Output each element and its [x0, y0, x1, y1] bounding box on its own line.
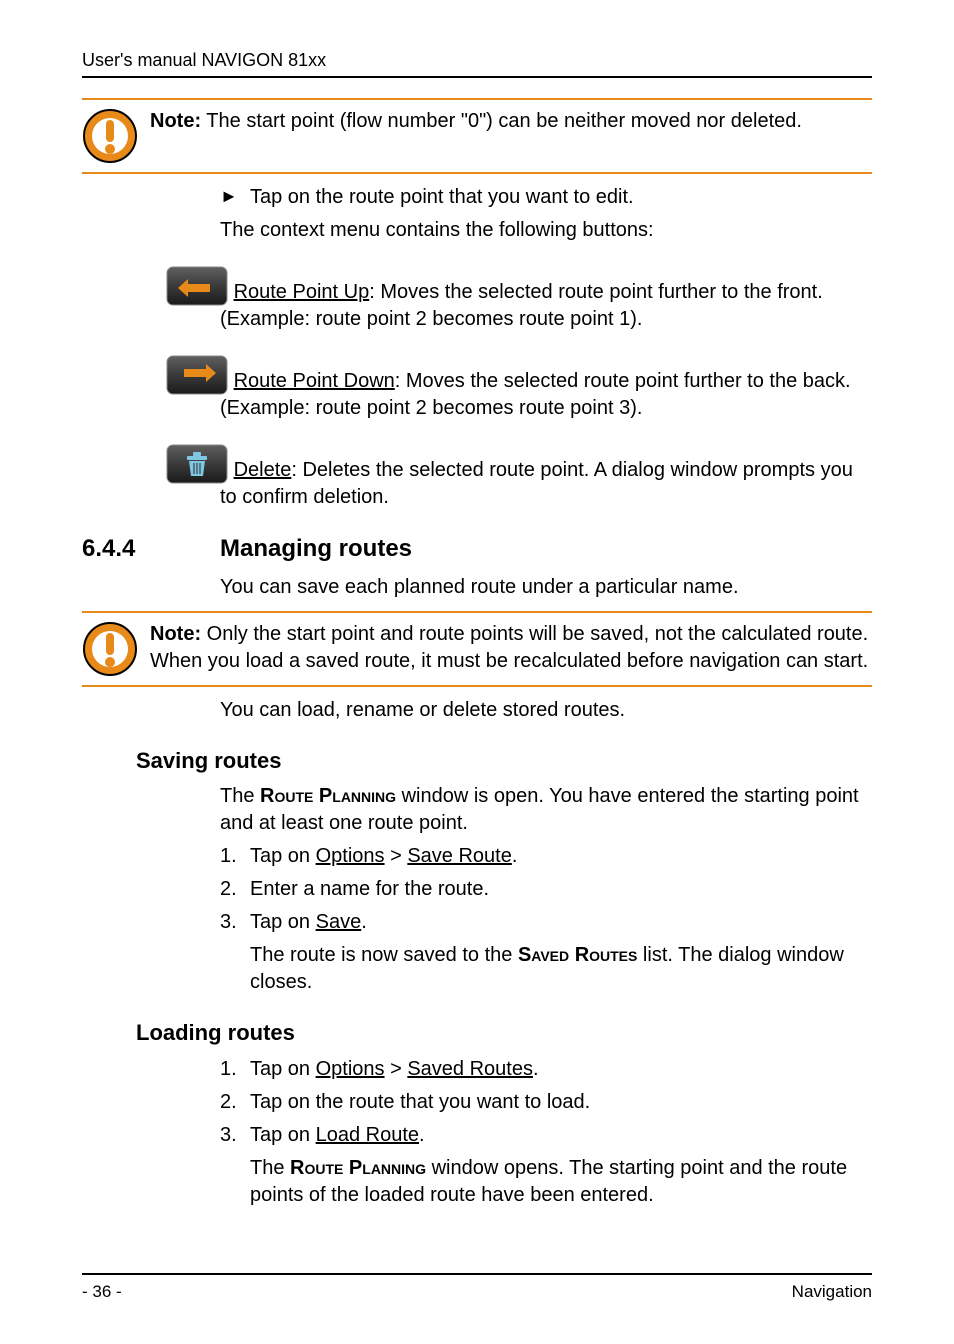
- route-point-up-block: Route Point Up: Moves the selected route…: [220, 266, 872, 333]
- page-number: - 36 -: [82, 1281, 122, 1304]
- trash-icon: [166, 444, 228, 484]
- note2-body: Only the start point and route points wi…: [150, 623, 868, 672]
- delete-block: Delete: Deletes the selected route point…: [220, 444, 872, 511]
- saving-intro-pre: The: [220, 785, 260, 807]
- note-block-2: Note: Only the start point and route poi…: [82, 613, 872, 685]
- route-point-down-text: Route Point Down: Moves the selected rou…: [220, 370, 851, 419]
- page: User's manual NAVIGON 81xx Note: The sta…: [0, 0, 954, 1344]
- header-rule: [82, 76, 872, 78]
- delete-desc: : Deletes the selected route point. A di…: [220, 459, 853, 508]
- context-line: The context menu contains the following …: [220, 217, 872, 244]
- step-number: 1.: [220, 1056, 250, 1083]
- route-point-up-icon: [166, 266, 228, 306]
- saving-intro: The Route Planning window is open. You h…: [220, 783, 872, 837]
- footer-rule: [82, 1273, 872, 1275]
- note2-rule-bottom: [82, 685, 872, 687]
- delete-text: Delete: Deletes the selected route point…: [220, 459, 853, 508]
- intro-block: ► Tap on the route point that you want t…: [220, 184, 872, 244]
- step-number: 3.: [220, 909, 250, 996]
- intro-bullet-text: Tap on the route point that you want to …: [250, 184, 634, 211]
- section-intro: You can save each planned route under a …: [220, 574, 872, 601]
- saving-heading: Saving routes: [136, 746, 872, 776]
- delete-label: Delete: [234, 459, 292, 481]
- note2-label: Note:: [150, 623, 201, 645]
- step-text: Tap on Save. The route is now saved to t…: [250, 909, 872, 996]
- route-point-up-label: Route Point Up: [234, 281, 370, 303]
- alert-icon: [82, 108, 138, 164]
- step-subtext: The route is now saved to the Saved Rout…: [250, 942, 872, 996]
- saving-steps: 1. Tap on Options > Save Route. 2. Enter…: [220, 843, 872, 996]
- step-subtext: The Route Planning window opens. The sta…: [250, 1155, 872, 1209]
- section-title: Managing routes: [220, 533, 412, 565]
- after-note2-text: You can load, rename or delete stored ro…: [220, 697, 872, 724]
- bullet-arrow-icon: ►: [220, 184, 250, 211]
- footer: - 36 - Navigation: [82, 1273, 872, 1304]
- route-point-down-block: Route Point Down: Moves the selected rou…: [220, 355, 872, 422]
- section-heading: 6.4.4 Managing routes: [82, 533, 872, 565]
- step-text: Tap on Load Route. The Route Planning wi…: [250, 1122, 872, 1209]
- saving-intro-sc: Route Planning: [260, 785, 396, 807]
- route-point-down-icon: [166, 355, 228, 395]
- list-item: 3. Tap on Save. The route is now saved t…: [220, 909, 872, 996]
- running-header: User's manual NAVIGON 81xx: [82, 48, 872, 72]
- loading-steps: 1. Tap on Options > Saved Routes. 2. Tap…: [220, 1056, 872, 1209]
- list-item: 1. Tap on Options > Saved Routes.: [220, 1056, 872, 1083]
- loading-heading: Loading routes: [136, 1018, 872, 1048]
- step-text: Tap on Options > Save Route.: [250, 843, 517, 870]
- list-item: 2. Tap on the route that you want to loa…: [220, 1089, 872, 1116]
- note-text-2: Note: Only the start point and route poi…: [150, 621, 872, 675]
- alert-icon: [82, 621, 138, 677]
- list-item: 1. Tap on Options > Save Route.: [220, 843, 872, 870]
- route-point-up-text: Route Point Up: Moves the selected route…: [220, 281, 823, 330]
- list-item: 3. Tap on Load Route. The Route Planning…: [220, 1122, 872, 1209]
- route-point-down-label: Route Point Down: [234, 370, 395, 392]
- note-text-1: Note: The start point (flow number "0") …: [150, 108, 872, 135]
- step-number: 2.: [220, 876, 250, 903]
- step-number: 2.: [220, 1089, 250, 1116]
- section-number: 6.4.4: [82, 533, 220, 565]
- step-number: 3.: [220, 1122, 250, 1209]
- step-text: Tap on Options > Saved Routes.: [250, 1056, 539, 1083]
- footer-section: Navigation: [792, 1281, 872, 1304]
- note-rule-bottom: [82, 172, 872, 174]
- step-text: Enter a name for the route.: [250, 876, 489, 903]
- note-label: Note:: [150, 110, 201, 132]
- note-block-1: Note: The start point (flow number "0") …: [82, 100, 872, 172]
- step-text: Tap on the route that you want to load.: [250, 1089, 590, 1116]
- list-item: 2. Enter a name for the route.: [220, 876, 872, 903]
- note-body: The start point (flow number "0") can be…: [201, 110, 802, 132]
- step-number: 1.: [220, 843, 250, 870]
